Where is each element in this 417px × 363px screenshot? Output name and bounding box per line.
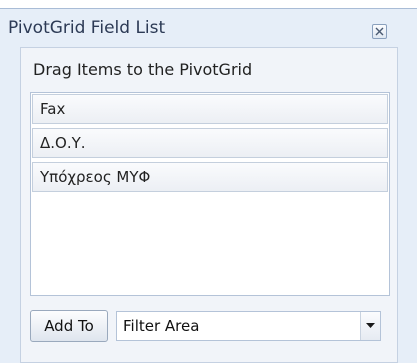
field-list[interactable]: Fax Δ.Ο.Υ. Υπόχρεος ΜΥΦ — [30, 92, 390, 296]
add-to-button[interactable]: Add To — [30, 310, 108, 342]
field-list-window: PivotGrid Field List Drag Items to the P… — [0, 8, 417, 363]
field-item-fax[interactable]: Fax — [32, 94, 388, 124]
window-title: PivotGrid Field List — [8, 18, 166, 38]
area-select[interactable]: Filter Area — [116, 311, 381, 341]
title-bar[interactable]: PivotGrid Field List — [0, 9, 417, 45]
area-select-value: Filter Area — [123, 317, 200, 335]
field-panel: Drag Items to the PivotGrid Fax Δ.Ο.Υ. Υ… — [20, 47, 398, 363]
field-item-ypoxreos-myf[interactable]: Υπόχρεος ΜΥΦ — [32, 162, 388, 192]
field-item-doy[interactable]: Δ.Ο.Υ. — [32, 128, 388, 158]
close-icon — [375, 27, 384, 36]
panel-header: Drag Items to the PivotGrid — [33, 60, 253, 79]
area-dropdown-button[interactable] — [360, 312, 380, 340]
close-button[interactable] — [372, 24, 387, 39]
chevron-down-icon — [366, 323, 375, 328]
